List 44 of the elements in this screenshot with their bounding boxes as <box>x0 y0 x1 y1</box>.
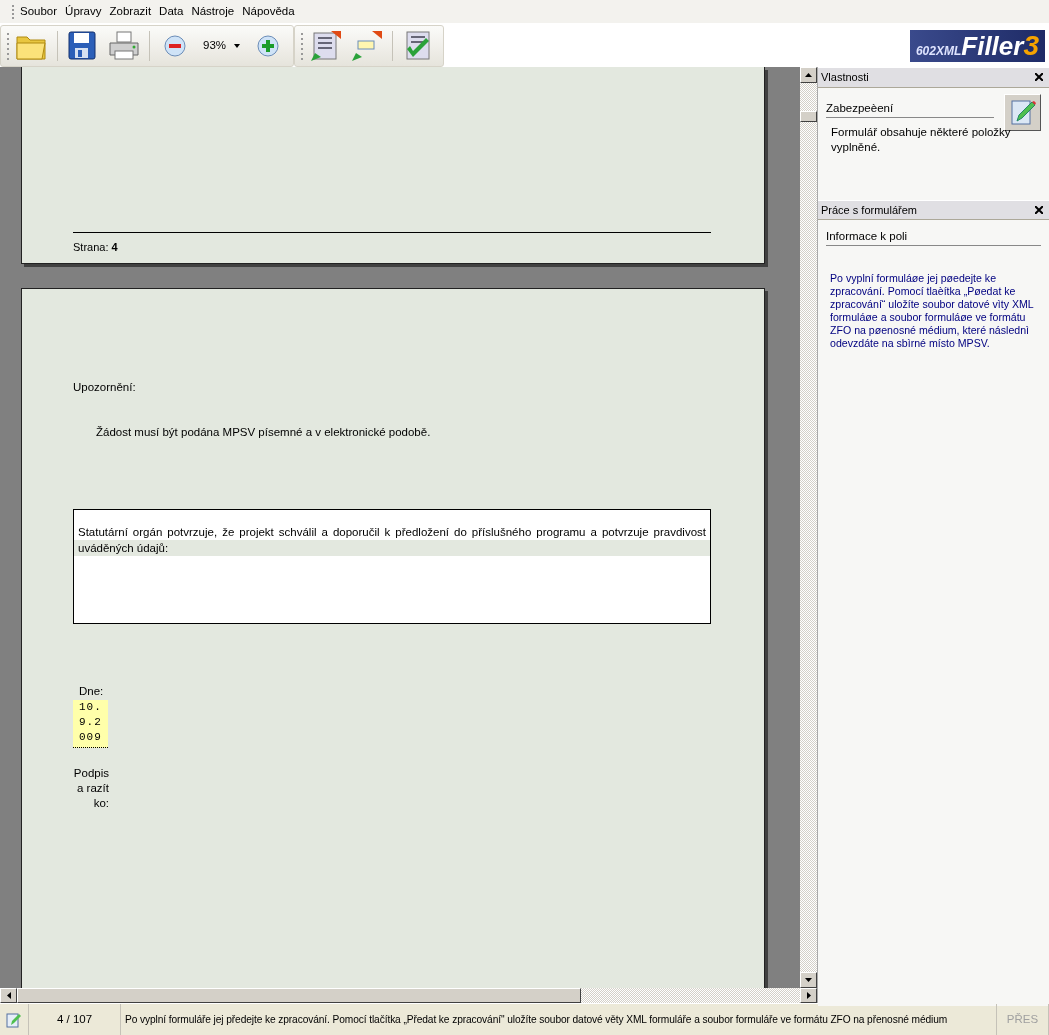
scroll-thumb[interactable] <box>800 111 817 122</box>
overwrite-indicator: PŘES <box>1006 1011 1039 1027</box>
page-counter: 4 / 107 <box>56 1011 93 1027</box>
date-label: Dne: <box>79 683 104 699</box>
field-arrows-icon[interactable] <box>350 28 385 63</box>
edit-icon <box>6 1011 22 1028</box>
notice-text: Žádost musí být podána MPSV písemné a v elektronické podobě. <box>96 426 431 439</box>
scroll-down-icon <box>805 978 812 982</box>
section-label: Upozornění: <box>73 380 136 395</box>
panel-text: Formulář obsahuje některé položky vyplněné. <box>830 124 1012 155</box>
menu-item[interactable]: Nápověda <box>239 0 298 23</box>
menu-item[interactable]: Zobrazit <box>106 0 155 23</box>
grip-icon <box>12 3 15 20</box>
statement-text: Statutární orgán potvrzuje, že projekt schválil a doporučil k předložení do příslušného programu a potvrzuje pravdivost uváděných údajů: <box>77 524 707 557</box>
section-title: Zabezpeèení <box>826 93 994 118</box>
page-number-label: Strana: 4 <box>73 240 118 253</box>
vertical-scrollbar[interactable] <box>800 67 817 988</box>
scroll-right-icon <box>806 992 811 999</box>
close-icon[interactable] <box>1035 73 1043 82</box>
printer-icon[interactable] <box>107 28 141 63</box>
status-message: Po vyplní formuláře jej předejte ke zpracování. Pomocí tlačítka „Předat ke zpracování" uložíte soubor datové věty XML formuláře a soubor formuláře ve formátu ZFO na přenosné médium <box>125 1012 948 1027</box>
panel-header: Vlastnosti <box>818 67 1049 88</box>
menu-item[interactable]: Data <box>156 0 187 23</box>
scroll-left-icon <box>6 992 11 999</box>
grip-icon <box>301 30 305 61</box>
panel-header: Práce s formulářem <box>818 199 1049 220</box>
scroll-up-icon <box>805 73 812 77</box>
caret-icon <box>234 43 241 48</box>
grip-icon <box>7 30 10 61</box>
help-text: Po vyplní formuláøe jej pøedejte ke zpracování. Pomocí tlaèítka „Pøedat ke zpracování“ uložíte soubor datové vìty XML formuláøe a soubor formuláøe ve formátu ZFO na pøenosné médium, které následnì odevzdáte na sbìrné místo MPSV. <box>829 271 1035 351</box>
horizontal-scrollbar[interactable] <box>0 988 817 1003</box>
close-icon[interactable] <box>1035 205 1043 214</box>
app-logo: 602XMLFiller3 <box>909 29 1045 62</box>
pencil-page-icon <box>1009 98 1036 126</box>
scroll-thumb[interactable] <box>17 988 581 1003</box>
section-title: Informace k poli <box>826 226 1041 247</box>
statement-field[interactable]: Statutární orgán potvrzuje, že projekt schválil a doporučil k předložení do příslušného programu a potvrzuje pravdivost uváděných údajů: <box>73 508 711 624</box>
date-field[interactable]: 10.9.2009 <box>73 700 108 748</box>
signature-label: Podpis a razítko: <box>73 766 109 811</box>
menu-item[interactable]: Nástroje <box>188 0 238 23</box>
menu-item[interactable]: Úpravy <box>62 0 105 23</box>
zoom-dropdown[interactable]: 93% <box>197 36 247 55</box>
menu-item[interactable]: Soubor <box>17 0 61 23</box>
form-arrows-icon[interactable] <box>309 28 344 63</box>
